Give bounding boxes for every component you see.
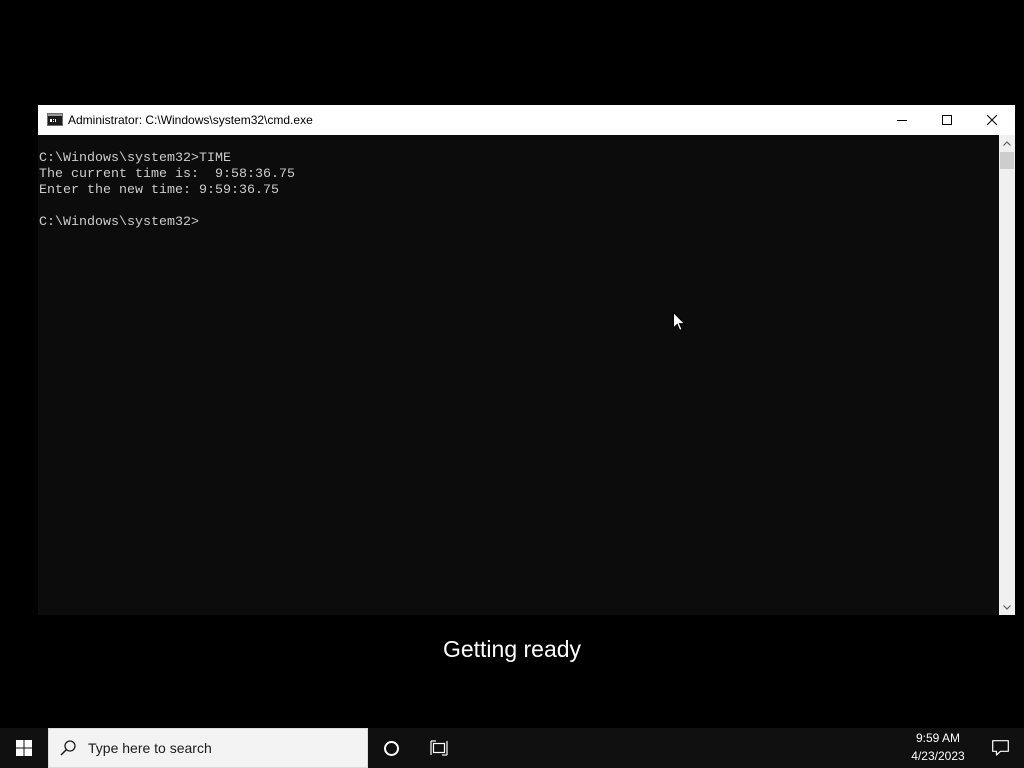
scroll-down-button[interactable] xyxy=(999,599,1015,615)
task-view-icon xyxy=(430,740,448,756)
console-line: The current time is: 9:58:36.75 xyxy=(39,167,295,182)
cmd-window[interactable]: Administrator: C:\Windows\system32\cmd.e… xyxy=(38,105,1015,615)
window-title: Administrator: C:\Windows\system32\cmd.e… xyxy=(68,113,313,127)
console-line: Enter the new time: 9:59:36.75 xyxy=(39,183,279,198)
minimize-icon xyxy=(897,120,907,121)
close-button[interactable] xyxy=(969,105,1015,135)
search-placeholder: Type here to search xyxy=(88,740,212,756)
scroll-thumb[interactable] xyxy=(1000,152,1014,169)
minimize-button[interactable] xyxy=(879,105,925,135)
windows-logo-icon xyxy=(16,740,32,756)
cmd-icon[interactable] xyxy=(47,113,63,126)
start-button[interactable] xyxy=(0,728,48,768)
maximize-icon xyxy=(942,115,952,125)
close-icon xyxy=(987,115,997,125)
action-center-button[interactable] xyxy=(976,728,1024,768)
getting-ready-message: Getting ready xyxy=(442,636,582,662)
scroll-up-button[interactable] xyxy=(999,135,1015,151)
vertical-scrollbar[interactable] xyxy=(999,135,1015,615)
console-prompt: C:\Windows\system32> xyxy=(39,215,199,230)
action-center-icon xyxy=(991,740,1009,756)
task-view-button[interactable] xyxy=(416,728,462,768)
scroll-up-arrow-icon xyxy=(1003,140,1011,146)
search-icon xyxy=(60,740,76,756)
clock-time: 9:59 AM xyxy=(915,731,961,745)
scroll-down-arrow-icon xyxy=(1003,604,1011,610)
cortana-icon xyxy=(383,740,399,756)
taskbar-search-box[interactable]: Type here to search xyxy=(48,728,368,768)
taskbar-clock[interactable]: 9:59 AM 4/23/2023 xyxy=(900,728,976,768)
clock-date: 4/23/2023 xyxy=(911,749,965,763)
console-output[interactable]: C:\Windows\system32>TIME The current tim… xyxy=(38,135,999,615)
taskbar: Type here to search 9:59 AM 4/23/2023 xyxy=(0,728,1024,768)
cortana-button[interactable] xyxy=(368,728,414,768)
maximize-button[interactable] xyxy=(924,105,970,135)
console-line: C:\Windows\system32>TIME xyxy=(39,151,231,166)
mouse-pointer-icon xyxy=(673,312,685,331)
title-bar[interactable]: Administrator: C:\Windows\system32\cmd.e… xyxy=(38,105,1015,135)
